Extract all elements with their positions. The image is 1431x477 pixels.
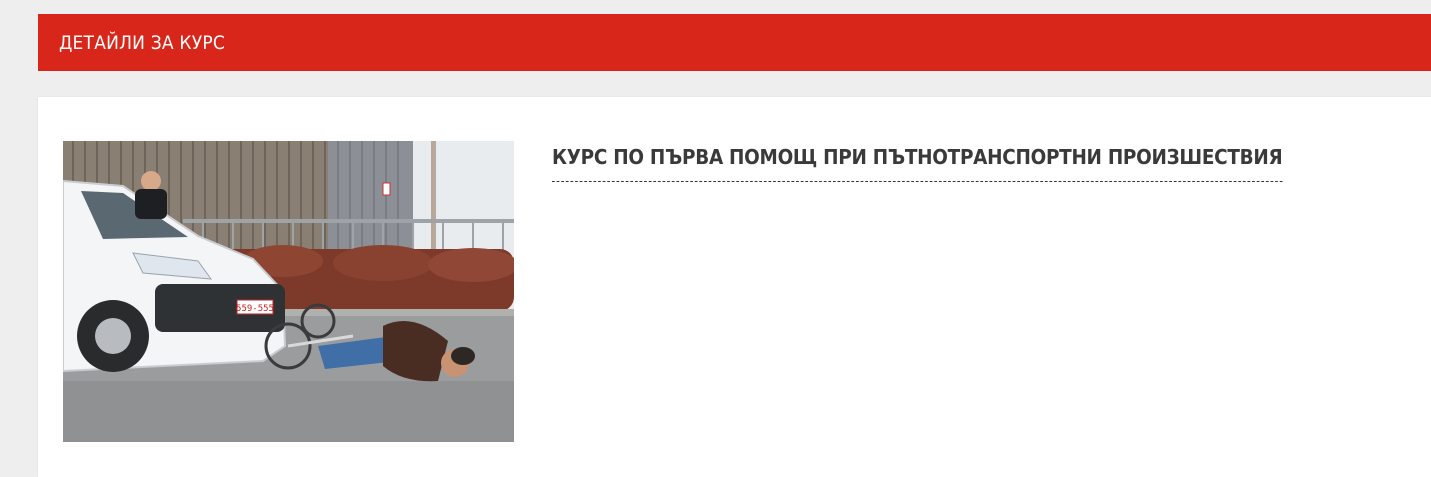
course-details-card: 559-555 КУРС ПО ПЪРВА ПОМОЩ ПРИ ПЪТНОТРА… [38,97,1431,477]
section-header-bar: ДЕТАЙЛИ ЗА КУРС [38,14,1431,71]
license-plate-text: 559-555 [236,304,274,314]
course-title: КУРС ПО ПЪРВА ПОМОЩ ПРИ ПЪТНОТРАНСПОРТНИ… [552,145,1283,182]
accident-scene-illustration: 559-555 [63,141,514,442]
section-header-title: ДЕТАЙЛИ ЗА КУРС [59,31,226,54]
course-image[interactable]: 559-555 [63,141,514,442]
